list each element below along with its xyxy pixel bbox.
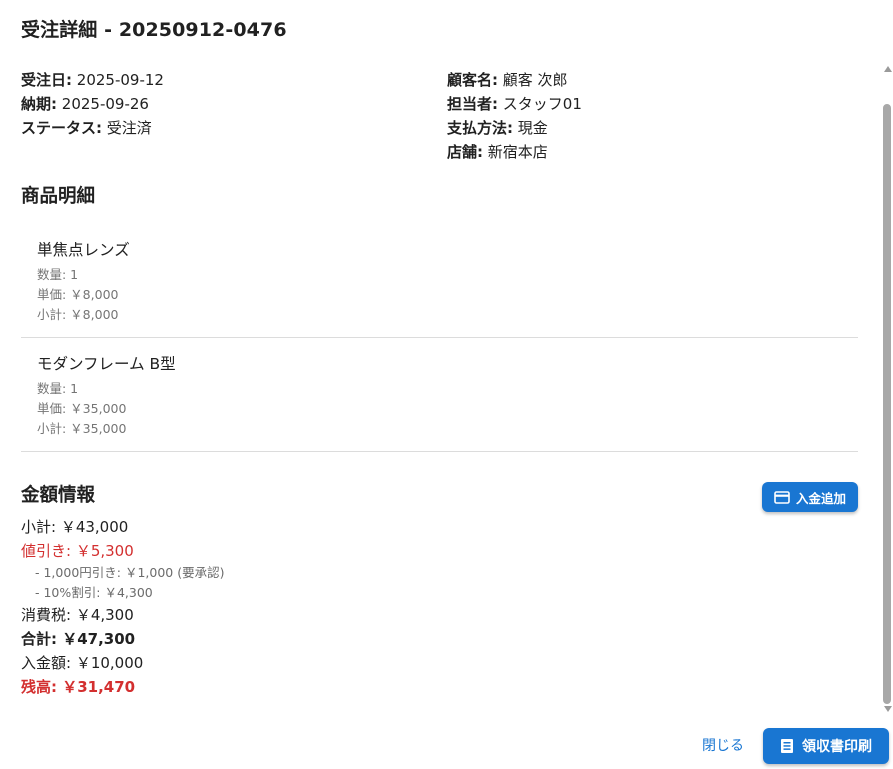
amount-paid: 入金額: ￥10,000 xyxy=(21,654,144,672)
item-name: モダンフレーム B型 xyxy=(37,355,176,373)
status-row: ステータス: 受注済 xyxy=(21,116,164,140)
dialog-content: 受注日: 2025-09-12 納期: 2025-09-26 ステータス: 受注… xyxy=(0,64,880,714)
list-item: 単焦点レンズ 数量: 1 単価: ￥8,000 小計: ￥8,000 xyxy=(21,224,858,338)
due-date-label: 納期: xyxy=(21,95,57,113)
customer-row: 顧客名: 顧客 次郎 xyxy=(447,68,582,92)
staff-row: 担当者: スタッフ01 xyxy=(447,92,582,116)
amount-total: 合計: ￥47,300 xyxy=(21,630,136,648)
order-info: 受注日: 2025-09-12 納期: 2025-09-26 ステータス: 受注… xyxy=(21,68,861,168)
add-payment-label: 入金追加 xyxy=(795,490,846,506)
amount-subtotal: 小計: ￥43,000 xyxy=(21,518,129,536)
add-payment-button[interactable]: 入金追加 xyxy=(762,482,858,512)
store-label: 店舗: xyxy=(447,143,483,161)
payment-method-row: 支払方法: 現金 xyxy=(447,116,582,140)
vertical-scrollbar[interactable] xyxy=(880,64,893,714)
close-button[interactable]: 閉じる xyxy=(697,732,749,760)
order-date-row: 受注日: 2025-09-12 xyxy=(21,68,164,92)
item-unit-price: 単価: ￥8,000 xyxy=(37,287,119,302)
item-quantity: 数量: 1 xyxy=(37,267,79,282)
scroll-up-arrow-icon[interactable] xyxy=(884,66,892,72)
print-receipt-label: 領収書印刷 xyxy=(802,739,872,755)
order-date-label: 受注日: xyxy=(21,71,72,89)
store-row: 店舗: 新宿本店 xyxy=(447,140,582,164)
due-date-row: 納期: 2025-09-26 xyxy=(21,92,164,116)
item-quantity: 数量: 1 xyxy=(37,381,79,396)
discount-detail: - 10%割引: ￥4,300 xyxy=(35,585,153,600)
order-info-right: 顧客名: 顧客 次郎 担当者: スタッフ01 支払方法: 現金 店舗: 新宿本店 xyxy=(447,68,582,164)
customer-value: 顧客 次郎 xyxy=(502,71,568,89)
item-unit-price: 単価: ￥35,000 xyxy=(37,401,127,416)
amount-section-title: 金額情報 xyxy=(21,485,96,506)
customer-label: 顧客名: xyxy=(447,71,498,89)
payment-method-label: 支払方法: xyxy=(447,119,513,137)
order-date-value: 2025-09-12 xyxy=(76,71,164,89)
order-info-left: 受注日: 2025-09-12 納期: 2025-09-26 ステータス: 受注… xyxy=(21,68,164,140)
amount-balance: 残高: ￥31,470 xyxy=(21,678,136,696)
discount-detail: - 1,000円引き: ￥1,000 (要承認) xyxy=(35,565,225,580)
item-subtotal: 小計: ￥8,000 xyxy=(37,307,119,322)
items-list: 単焦点レンズ 数量: 1 単価: ￥8,000 小計: ￥8,000 モダンフレ… xyxy=(21,224,858,452)
amount-info: 小計: ￥43,000 値引き: ￥5,300 - 1,000円引き: ￥1,0… xyxy=(21,515,224,699)
items-section-title: 商品明細 xyxy=(21,186,96,207)
status-value: 受注済 xyxy=(106,119,152,137)
amount-discount: 値引き: ￥5,300 xyxy=(21,542,134,560)
item-name: 単焦点レンズ xyxy=(37,241,130,259)
store-value: 新宿本店 xyxy=(487,143,548,161)
dialog-title: 受注詳細 - 20250912-0476 xyxy=(21,19,287,41)
due-date-value: 2025-09-26 xyxy=(61,95,149,113)
status-label: ステータス: xyxy=(21,119,102,137)
scroll-down-arrow-icon[interactable] xyxy=(884,706,892,712)
scrollbar-thumb[interactable] xyxy=(883,104,891,704)
print-receipt-button[interactable]: 領収書印刷 xyxy=(763,728,889,764)
staff-value: スタッフ01 xyxy=(502,95,582,113)
receipt-icon xyxy=(780,738,794,754)
credit-card-icon xyxy=(774,490,790,504)
amount-tax: 消費税: ￥4,300 xyxy=(21,606,134,624)
list-item: モダンフレーム B型 数量: 1 単価: ￥35,000 小計: ￥35,000 xyxy=(21,338,858,452)
payment-method-value: 現金 xyxy=(517,119,548,137)
item-subtotal: 小計: ￥35,000 xyxy=(37,421,127,436)
staff-label: 担当者: xyxy=(447,95,498,113)
